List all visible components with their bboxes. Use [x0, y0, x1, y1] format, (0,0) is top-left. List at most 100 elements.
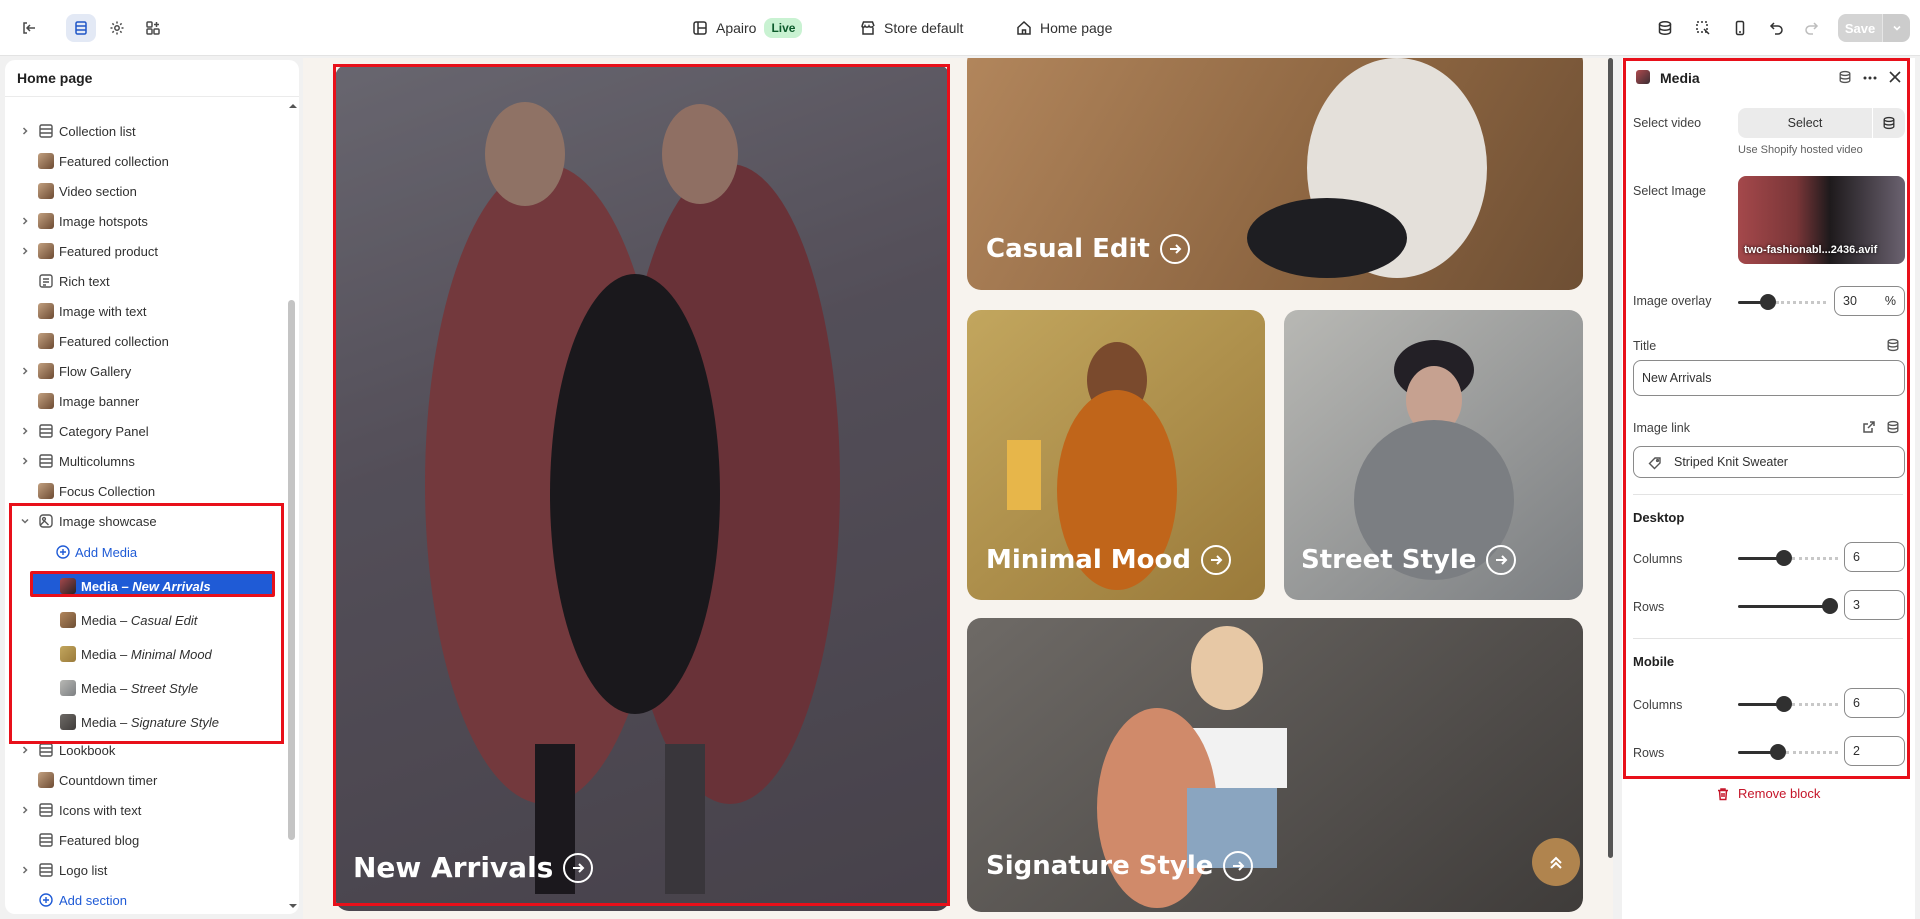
scroll-down-icon[interactable]: [287, 900, 299, 912]
chevron-right-icon[interactable]: [19, 245, 31, 257]
media-block-item[interactable]: Media – Street Style: [5, 674, 283, 702]
save-options-button[interactable]: [1882, 14, 1910, 42]
add-section-button[interactable]: Add section: [5, 886, 283, 914]
database-icon[interactable]: [1886, 420, 1900, 434]
mobile-rows-slider[interactable]: [1738, 742, 1838, 762]
desktop-heading: Desktop: [1633, 510, 1685, 525]
chevron-right-icon[interactable]: [19, 864, 31, 876]
chevron-right-icon[interactable]: [19, 804, 31, 816]
desktop-rows-slider[interactable]: [1738, 596, 1838, 616]
mobile-columns-slider[interactable]: [1738, 694, 1838, 714]
sidebar-section-item[interactable]: Multicolumns: [5, 447, 283, 475]
chevron-right-icon[interactable]: [19, 125, 31, 137]
sections-icon[interactable]: [66, 14, 96, 42]
sidebar-section-item[interactable]: Featured collection: [5, 327, 283, 355]
apps-icon[interactable]: [138, 14, 168, 42]
slider-knob[interactable]: [1770, 744, 1786, 760]
desktop-columns-slider[interactable]: [1738, 548, 1838, 568]
title-input[interactable]: New Arrivals: [1633, 360, 1905, 396]
database-icon[interactable]: [1650, 14, 1680, 42]
redo-icon[interactable]: [1796, 14, 1826, 42]
video-source-button[interactable]: [1873, 108, 1905, 138]
sidebar-section-item[interactable]: Image banner: [5, 387, 283, 415]
database-icon[interactable]: [1886, 338, 1900, 352]
section-label: Rich text: [59, 273, 110, 289]
theme-selector[interactable]: Apairo Live: [692, 0, 803, 56]
settings-gear-icon[interactable]: [102, 14, 132, 42]
tile-label-new-arrivals[interactable]: New Arrivals: [353, 851, 594, 884]
selected-image-thumbnail[interactable]: two-fashionabl...2436.avif: [1738, 176, 1905, 264]
sidebar-section-item[interactable]: Image showcase: [5, 507, 283, 535]
database-icon: [1883, 116, 1895, 130]
chevron-down-icon[interactable]: [19, 515, 31, 527]
sidebar-section-item[interactable]: Countdown timer: [5, 766, 283, 794]
section-label: Focus Collection: [59, 483, 156, 499]
tile-label-minimal-mood[interactable]: Minimal Mood: [986, 545, 1232, 575]
sidebar-section-item[interactable]: Logo list: [5, 856, 283, 884]
canvas-scrollbar[interactable]: [1608, 58, 1613, 858]
tile-label-street-style[interactable]: Street Style: [1301, 545, 1517, 575]
image-overlay-input[interactable]: 30 %: [1834, 286, 1905, 316]
tile-label-casual-edit[interactable]: Casual Edit: [986, 234, 1190, 264]
inspector-icon[interactable]: [1688, 14, 1718, 42]
media-block-item[interactable]: Media – Signature Style: [5, 708, 283, 736]
image-link-input[interactable]: Striped Knit Sweater: [1633, 446, 1905, 478]
tile-label-signature-style[interactable]: Signature Style: [986, 851, 1254, 881]
select-video-button[interactable]: Select: [1738, 108, 1872, 138]
scroll-up-icon[interactable]: [287, 100, 299, 112]
sidebar-scrollbar[interactable]: [288, 300, 295, 840]
desktop-columns-input[interactable]: 6: [1844, 542, 1905, 572]
slider-knob[interactable]: [1760, 294, 1776, 310]
slider-knob[interactable]: [1822, 598, 1838, 614]
section-label: Multicolumns: [59, 453, 135, 469]
chevron-right-icon[interactable]: [19, 425, 31, 437]
database-icon[interactable]: [1838, 70, 1852, 84]
sidebar-section-item[interactable]: Collection list: [5, 117, 283, 145]
sidebar-section-item[interactable]: Rich text: [5, 267, 283, 295]
chevron-right-icon[interactable]: [19, 744, 31, 756]
close-icon[interactable]: [1888, 70, 1902, 84]
media-block-item[interactable]: Media – Minimal Mood: [5, 640, 283, 668]
list-icon: [39, 863, 53, 877]
sidebar-section-item[interactable]: Category Panel: [5, 417, 283, 445]
back-to-top-button[interactable]: [1532, 838, 1580, 886]
chevron-right-icon[interactable]: [19, 215, 31, 227]
chevron-right-icon[interactable]: [19, 365, 31, 377]
store-selector[interactable]: Store default: [860, 0, 963, 56]
undo-icon[interactable]: [1762, 14, 1792, 42]
remove-block-button[interactable]: Remove block: [1716, 786, 1820, 801]
sidebar-section-item[interactable]: Flow Gallery: [5, 357, 283, 385]
mobile-columns-input[interactable]: 6: [1844, 688, 1905, 718]
more-options-icon[interactable]: [1862, 70, 1878, 86]
sidebar-section-item[interactable]: Image with text: [5, 297, 283, 325]
tile-title: Minimal Mood: [986, 545, 1192, 575]
sidebar-section-item[interactable]: Video section: [5, 177, 283, 205]
image-overlay-slider[interactable]: [1738, 292, 1826, 312]
chevron-right-icon[interactable]: [19, 455, 31, 467]
showcase-icon: [39, 514, 53, 528]
slider-knob[interactable]: [1776, 550, 1792, 566]
arrow-right-icon: [1201, 545, 1232, 575]
sidebar-section-item[interactable]: Featured blog: [5, 826, 283, 854]
mobile-preview-icon[interactable]: [1725, 14, 1755, 42]
page-selector[interactable]: Home page: [1016, 0, 1112, 56]
sidebar-section-item[interactable]: Icons with text: [5, 796, 283, 824]
exit-icon[interactable]: [14, 14, 44, 42]
desktop-rows-input[interactable]: 3: [1844, 590, 1905, 620]
sidebar-section-item[interactable]: Lookbook: [5, 736, 283, 764]
media-block-item[interactable]: Media – New Arrivals: [5, 572, 283, 600]
media-block-item[interactable]: Media – Casual Edit: [5, 606, 283, 634]
sidebar-section-item[interactable]: Focus Collection: [5, 477, 283, 505]
mobile-rows-input[interactable]: 2: [1844, 736, 1905, 766]
sidebar-section-item[interactable]: Featured collection: [5, 147, 283, 175]
sidebar-section-item[interactable]: Image hotspots: [5, 207, 283, 235]
add-media-button[interactable]: Add Media: [5, 538, 283, 566]
slider-knob[interactable]: [1776, 696, 1792, 712]
add-section-label: Add section: [59, 892, 127, 908]
tile-title: New Arrivals: [353, 851, 554, 884]
tile-new-arrivals[interactable]: [335, 64, 950, 911]
save-button[interactable]: Save: [1838, 14, 1882, 42]
media-block-label: Media – Signature Style: [81, 714, 220, 730]
sidebar-section-item[interactable]: Featured product: [5, 237, 283, 265]
external-link-icon[interactable]: [1862, 420, 1876, 434]
